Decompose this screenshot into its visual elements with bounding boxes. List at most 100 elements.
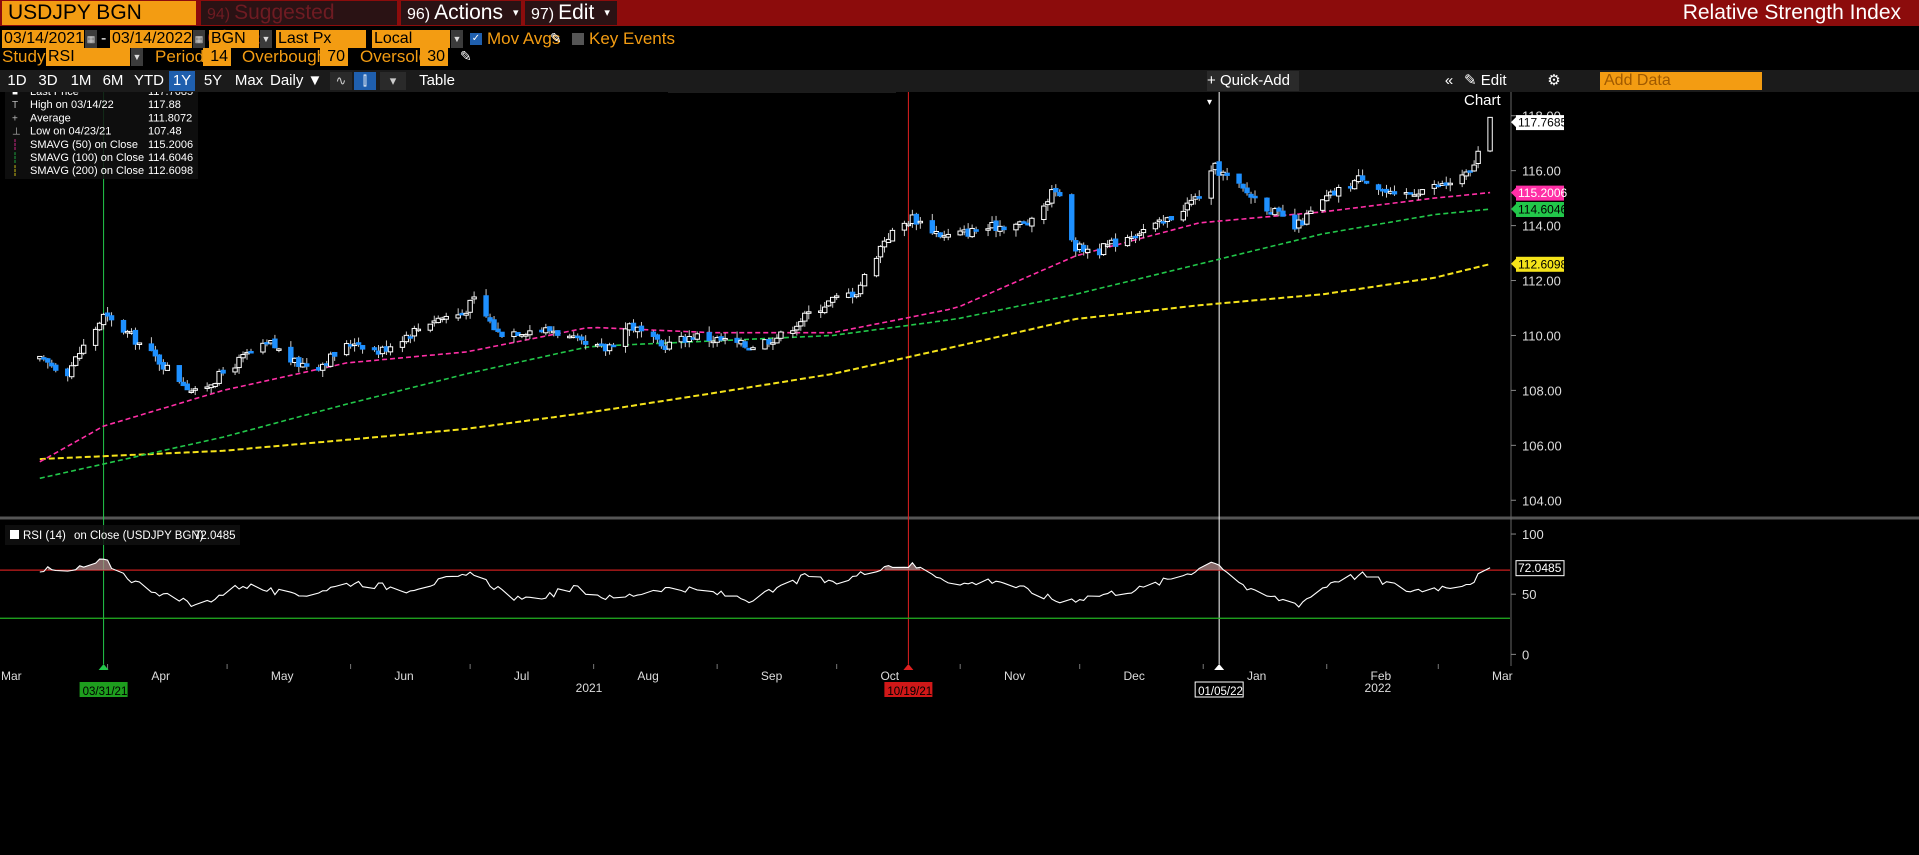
price-chart[interactable]: 104.00 106.00 108.00 110.00 112.00 114.00 116.…	[0, 92, 1919, 855]
candlestick-chart-icon[interactable]: ⫿	[354, 72, 376, 90]
candle-body	[240, 354, 246, 359]
legend-item-name: SMAVG (50) on Close	[30, 139, 138, 151]
candle	[527, 325, 533, 340]
candle-body	[495, 328, 501, 332]
range-tab-ytd[interactable]: YTD	[131, 71, 167, 91]
actions-label: Actions	[434, 1, 503, 24]
overbought-field[interactable]: 70	[320, 48, 348, 66]
study-dropdown-icon[interactable]: ▼	[131, 48, 143, 66]
legend-item-value: 117.7685	[148, 92, 193, 98]
candle	[136, 342, 143, 350]
settings-gear-icon[interactable]: ⚙	[1546, 71, 1562, 91]
key-events-checkbox[interactable]	[572, 33, 584, 45]
candle	[750, 345, 756, 351]
candle-body	[853, 294, 860, 298]
candle-body	[1391, 191, 1398, 195]
range-tab-1d[interactable]: 1D	[4, 71, 30, 91]
security-button[interactable]: USDJPY BGN Curncy	[2, 1, 196, 48]
candle-body	[136, 342, 143, 345]
quick-add-button[interactable]: + Quick-Add ▾	[1207, 71, 1299, 108]
candle	[1069, 193, 1075, 242]
candle	[304, 358, 310, 370]
last-value-tag-arrow	[1511, 187, 1516, 198]
range-tab-6m[interactable]: 6M	[98, 71, 128, 91]
candle-body	[1168, 216, 1175, 221]
mov-avgs-checkbox[interactable]: ✓	[470, 33, 482, 45]
candle	[192, 385, 198, 396]
candle-body	[192, 388, 198, 391]
candle-body	[1196, 196, 1202, 199]
candle-body	[132, 329, 139, 345]
rsi-legend-desc: on Close (USDJPY BGN)	[74, 530, 204, 542]
mov-avgs-pencil-icon[interactable]: ✎	[550, 30, 562, 47]
edit-button[interactable]: 97) Edit ▾	[525, 1, 617, 25]
candle-body	[1057, 192, 1063, 197]
end-date-field[interactable]: 03/14/2022	[110, 30, 192, 48]
candle-body	[164, 364, 171, 371]
x-year-label: 2021	[576, 681, 603, 695]
rsi-line	[39, 558, 1491, 608]
legend-item-value: 112.6098	[148, 165, 193, 177]
start-date-field[interactable]: 03/14/2021	[2, 30, 84, 48]
study-label: Study	[2, 47, 46, 66]
x-month-label: Mar	[1492, 669, 1513, 683]
actions-button[interactable]: 96) Actions ▾	[401, 1, 521, 25]
end-date-calendar-icon[interactable]: ▦	[193, 30, 205, 48]
line-chart-icon[interactable]: ∿	[330, 72, 352, 90]
last-value-tag-label: 117.7685	[1518, 116, 1567, 130]
last-value-tag-arrow	[1511, 203, 1516, 214]
range-tab-1m[interactable]: 1M	[66, 71, 96, 91]
candle-body	[985, 228, 991, 231]
range-tab-3d[interactable]: 3D	[34, 71, 62, 91]
range-tab-1y[interactable]: 1Y	[169, 71, 195, 91]
candle-body	[1335, 187, 1342, 197]
rsi-y-tick-label: 50	[1522, 587, 1536, 602]
oversold-field[interactable]: 30	[420, 48, 448, 66]
currency-field[interactable]: Local CCY	[372, 30, 450, 65]
event-marker-arrow	[1214, 664, 1225, 670]
candle-body	[1041, 205, 1047, 221]
candle-body	[1029, 217, 1035, 227]
x-month-label: Aug	[637, 669, 658, 683]
smavg-200-line	[39, 263, 1491, 461]
study-field[interactable]: RSI	[46, 48, 130, 66]
candle-body	[248, 350, 254, 354]
candle	[706, 326, 712, 348]
candle-body	[184, 383, 190, 391]
edit-chart-button[interactable]: ✎ Edit Chart	[1464, 71, 1546, 109]
collapse-icon[interactable]: «	[1440, 71, 1458, 91]
suggested-charts-button[interactable]: 94)Suggested Charts	[201, 1, 397, 50]
start-date-calendar-icon[interactable]: ▦	[85, 30, 97, 48]
candle-body	[750, 347, 756, 351]
period-field[interactable]: 14	[203, 48, 231, 66]
source-field[interactable]: BGN	[209, 30, 259, 48]
candle	[411, 325, 418, 342]
last-value-tag-label: 115.2006	[1518, 186, 1567, 200]
candle	[1335, 184, 1342, 203]
range-tab-5y[interactable]: 5Y	[199, 71, 227, 91]
study-pencil-icon[interactable]: ✎	[460, 48, 472, 65]
candle-body	[69, 365, 75, 378]
candle-body	[778, 331, 784, 339]
frequency-dropdown[interactable]: Daily ▼	[270, 71, 326, 91]
candle	[1419, 189, 1426, 196]
chart-tools: ✥Track⁄Annotate☰News⌕Zoom	[668, 92, 896, 93]
source-dropdown-icon[interactable]: ▼	[260, 30, 272, 48]
price-field[interactable]: Last Px	[276, 30, 366, 48]
add-data-input[interactable]: Add Data	[1600, 72, 1762, 90]
range-tab-max[interactable]: Max	[232, 71, 266, 91]
candle	[1041, 203, 1047, 225]
candle-body	[877, 245, 884, 258]
table-button[interactable]: Table	[412, 71, 462, 91]
candle	[1407, 192, 1414, 195]
candle	[1168, 216, 1175, 221]
chart-type-caret-icon[interactable]: ▾	[380, 72, 406, 90]
edit-label: Edit	[558, 1, 595, 24]
candle	[694, 331, 700, 341]
currency-dropdown-icon[interactable]: ▼	[451, 30, 463, 48]
candle-body	[706, 332, 712, 342]
candle	[467, 299, 473, 319]
candle-body	[582, 340, 589, 345]
x-month-label: Mar	[1, 669, 22, 683]
candle-body	[1152, 222, 1159, 230]
